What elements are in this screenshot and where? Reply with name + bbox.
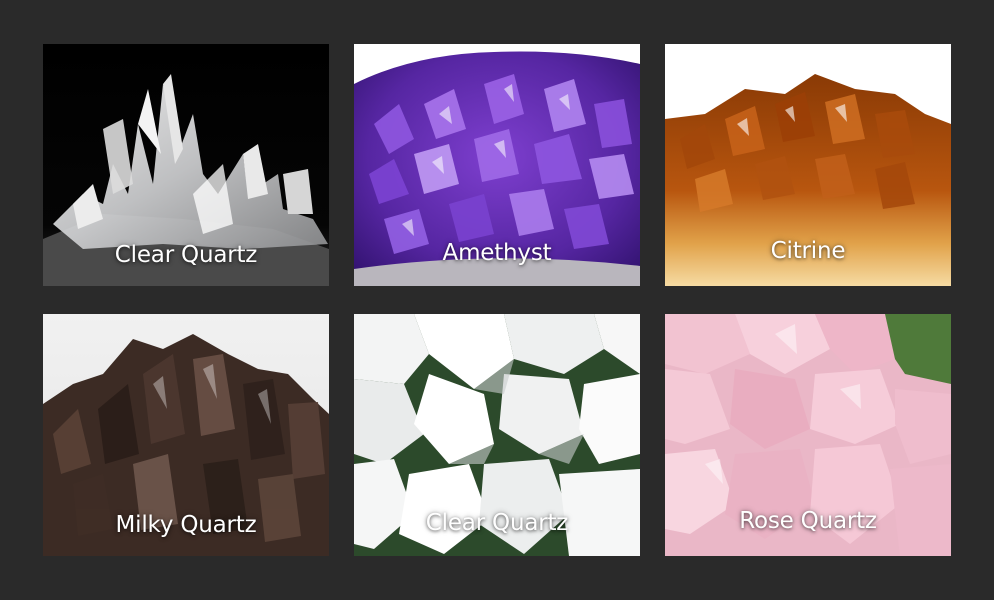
crystal-card-clear-quartz[interactable]: Clear Quartz (43, 44, 329, 286)
crystal-name-label: Clear Quartz (114, 242, 258, 268)
crystal-name-label: Rose Quartz (739, 508, 877, 534)
crystal-card-rose-quartz[interactable]: Rose Quartz (665, 314, 951, 556)
crystal-name-label: Clear Quartz (425, 510, 569, 536)
crystal-card-clear-quartz-chunks[interactable]: Clear Quartz (354, 314, 640, 556)
crystal-card-citrine[interactable]: Citrine (665, 44, 951, 286)
crystal-name-label: Milky Quartz (115, 512, 257, 538)
crystal-gallery-grid: Clear Quartz Amethyst Citrine Milky Quar… (0, 0, 994, 600)
crystal-card-amethyst[interactable]: Amethyst (354, 44, 640, 286)
crystal-name-label: Citrine (770, 238, 846, 264)
crystal-name-label: Amethyst (442, 240, 552, 266)
crystal-card-milky-quartz[interactable]: Milky Quartz (43, 314, 329, 556)
